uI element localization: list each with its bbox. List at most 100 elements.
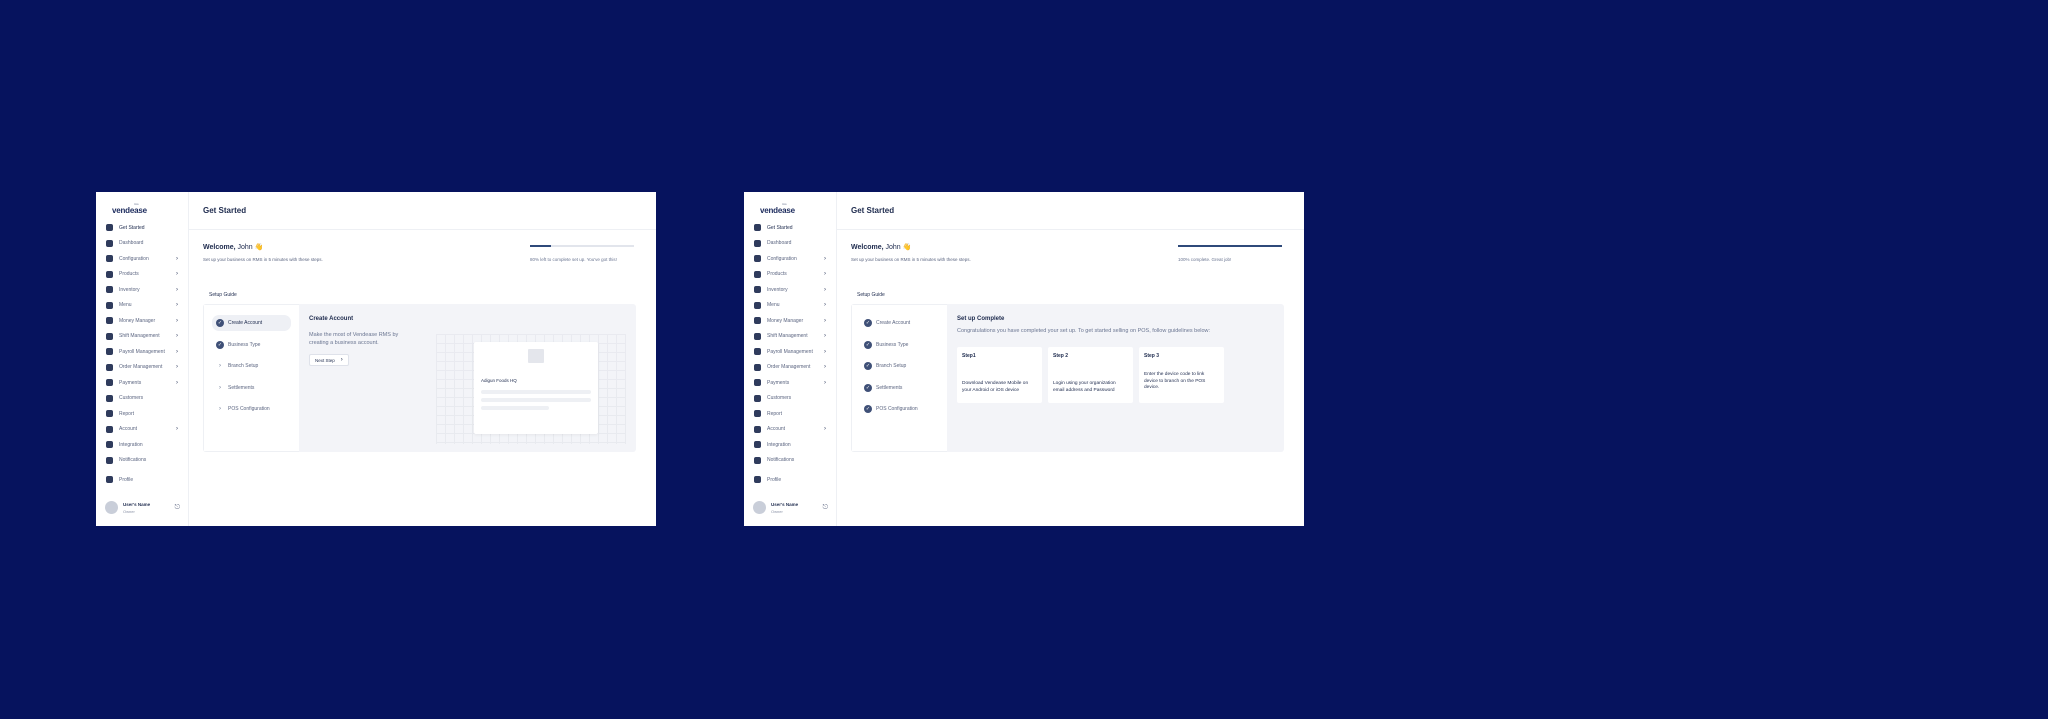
step-title: Create Account [309, 316, 354, 322]
step-description: Make the most of Vendease RMS by creatin… [309, 332, 399, 346]
user-card[interactable]: User's Name Owner ⎋ [753, 501, 828, 514]
brand-logo[interactable]: rms vendease [96, 202, 188, 218]
sidebar-item-configuration[interactable]: Configuration › [96, 251, 188, 267]
progress-fill [530, 245, 551, 247]
brand-logo[interactable]: rms vendease [744, 202, 836, 218]
setup-step-business-type[interactable]: ✓ Business Type [860, 337, 939, 353]
setup-step-branch-setup[interactable]: ✓ Branch Setup [860, 358, 939, 374]
setup-step-settlements[interactable]: › Settlements [212, 380, 291, 396]
sidebar-item-customers[interactable]: Customers [96, 391, 188, 407]
chevron-right-icon: › [176, 348, 178, 355]
setup-step-pos-configuration[interactable]: › POS Configuration [212, 401, 291, 417]
report-icon [754, 410, 761, 418]
placeholder-line [481, 406, 549, 410]
sidebar-item-integration[interactable]: Integration [744, 437, 836, 453]
sidebar: rms vendease Get Started Dashboard Configur… [744, 192, 837, 526]
chevron-right-icon: › [824, 302, 826, 309]
sidebar-item-report[interactable]: Report [96, 406, 188, 422]
sidebar-item-account[interactable]: Account › [96, 422, 188, 438]
setup-progress-bar [530, 245, 634, 247]
avatar [753, 501, 766, 514]
sidebar-item-menu[interactable]: Menu › [96, 298, 188, 314]
sidebar-item-get-started[interactable]: Get Started [96, 220, 188, 236]
card-icon [754, 379, 761, 387]
sidebar-item-order-management[interactable]: Order Management › [744, 360, 836, 376]
chevron-right-icon: › [824, 271, 826, 278]
sidebar-item-report[interactable]: Report [744, 406, 836, 422]
sidebar-item-inventory[interactable]: Inventory › [744, 282, 836, 298]
sidebar-item-notifications[interactable]: Notifications [96, 453, 188, 469]
menu-book-icon [754, 301, 761, 309]
placeholder-line [481, 398, 591, 402]
sidebar-item-dashboard[interactable]: Dashboard [96, 236, 188, 252]
sidebar-item-payments[interactable]: Payments › [96, 375, 188, 391]
sidebar-item-order-management[interactable]: Order Management › [96, 360, 188, 376]
chevron-right-icon: › [824, 379, 826, 386]
box-icon [106, 270, 113, 278]
sidebar-item-payroll-management[interactable]: Payroll Management › [96, 344, 188, 360]
chevron-right-icon: › [824, 317, 826, 324]
sidebar-item-dashboard[interactable]: Dashboard [744, 236, 836, 252]
next-step-button[interactable]: Next Step › [309, 354, 349, 366]
check-circle-icon: ✓ [864, 362, 872, 370]
setup-step-branch-setup[interactable]: › Branch Setup [212, 358, 291, 374]
welcome-tagline: Set up your business on RMS in 5 minutes… [203, 257, 323, 262]
setup-guide-panel: ✓ Create Account ✓ Business Type › Branch Set… [203, 304, 636, 452]
sidebar-item-shift-management[interactable]: Shift Management › [96, 329, 188, 345]
order-icon [106, 363, 113, 371]
setup-guide-title: Setup Guide [857, 292, 885, 298]
sidebar-item-payroll-management[interactable]: Payroll Management › [744, 344, 836, 360]
guide-card-step-1: Step1 Download Vendease Mobile on your A… [957, 347, 1042, 403]
page-title: Get Started [837, 192, 1304, 230]
inventory-icon [106, 286, 113, 294]
customers-icon [106, 394, 113, 402]
sidebar-item-menu[interactable]: Menu › [744, 298, 836, 314]
progress-fill [1178, 245, 1282, 247]
sidebar-item-profile[interactable]: Profile [744, 472, 836, 488]
sidebar-item-customers[interactable]: Customers [744, 391, 836, 407]
sidebar-item-products[interactable]: Products › [744, 267, 836, 283]
setup-step-settlements[interactable]: ✓ Settlements [860, 380, 939, 396]
chevron-right-icon: › [824, 426, 826, 433]
welcome-tagline: Set up your business on RMS in 5 minutes… [851, 257, 971, 262]
sidebar-item-profile[interactable]: Profile [96, 472, 188, 488]
check-circle-icon: ✓ [216, 319, 224, 327]
sidebar-item-money-manager[interactable]: Money Manager › [96, 313, 188, 329]
sidebar-item-inventory[interactable]: Inventory › [96, 282, 188, 298]
sidebar-item-integration[interactable]: Integration [96, 437, 188, 453]
bell-icon [754, 456, 761, 464]
sidebar-item-payments[interactable]: Payments › [744, 375, 836, 391]
complete-description: Congratulations you have completed your … [957, 328, 1211, 334]
setup-guide-panel: ✓ Create Account ✓ Business Type ✓ Branch Set… [851, 304, 1284, 452]
box-icon [754, 270, 761, 278]
sidebar-item-account[interactable]: Account › [744, 422, 836, 438]
sidebar-item-notifications[interactable]: Notifications [744, 453, 836, 469]
chevron-right-icon: › [176, 364, 178, 371]
setup-step-create-account[interactable]: ✓ Create Account [860, 315, 939, 331]
setup-step-pos-configuration[interactable]: ✓ POS Configuration [860, 401, 939, 417]
user-card[interactable]: User's Name Owner ⎋ [105, 501, 180, 514]
person-icon [754, 476, 761, 484]
chevron-right-icon: › [176, 302, 178, 309]
logout-icon[interactable]: ⎋ [822, 504, 828, 512]
check-circle-icon: ✓ [864, 405, 872, 413]
chevron-right-icon: › [824, 286, 826, 293]
chevron-right-icon: › [176, 271, 178, 278]
sidebar-item-configuration[interactable]: Configuration › [744, 251, 836, 267]
progress-text: 100% complete. Great job! [1178, 257, 1232, 262]
avatar [105, 501, 118, 514]
sidebar-item-shift-management[interactable]: Shift Management › [744, 329, 836, 345]
user-role: Owner [771, 508, 783, 514]
sidebar-item-products[interactable]: Products › [96, 267, 188, 283]
main-content: Get Started Welcome, John 👋 Set up your … [189, 192, 656, 526]
chevron-right-icon: › [340, 357, 343, 363]
logout-icon[interactable]: ⎋ [174, 504, 180, 512]
setup-step-business-type[interactable]: ✓ Business Type [212, 337, 291, 353]
setup-step-create-account[interactable]: ✓ Create Account [212, 315, 291, 331]
sidebar-item-money-manager[interactable]: Money Manager › [744, 313, 836, 329]
check-circle-icon: ✓ [216, 340, 224, 349]
sidebar-item-get-started[interactable]: Get Started [744, 220, 836, 236]
chevron-right-icon: › [176, 333, 178, 340]
chevron-right-icon: › [824, 333, 826, 340]
grid-icon [106, 239, 113, 247]
